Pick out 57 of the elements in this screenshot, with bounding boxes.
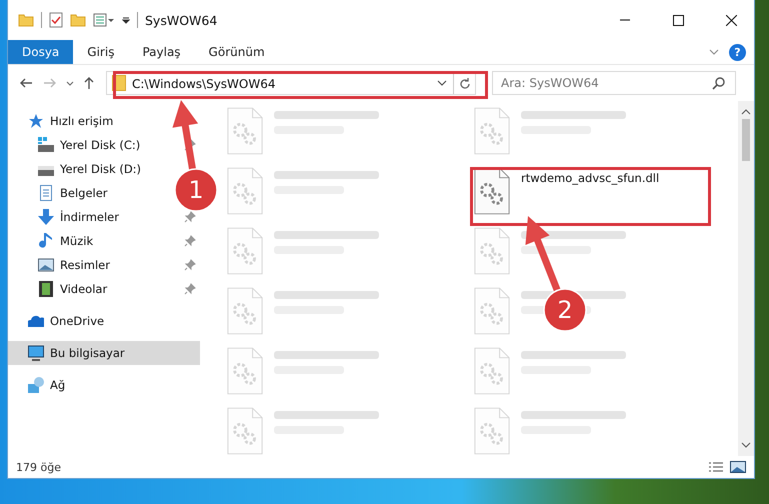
pin-icon[interactable] [184,259,196,271]
back-icon[interactable] [20,78,33,88]
maximize-icon[interactable] [672,14,684,26]
ribbon-tab[interactable]: Dosya [8,40,74,64]
scrollbar[interactable] [738,101,754,456]
nav-item-icon [28,345,44,361]
sidebar-item[interactable]: İndirmeler [8,205,123,229]
step-number: 2 [556,295,574,325]
sidebar-item[interactable]: Resimler [8,253,114,277]
sidebar-item[interactable]: Bu bilgisayar [8,341,200,365]
item-count: 179 öğe [16,460,61,474]
nav-item-icon [28,113,44,129]
sidebar-item[interactable]: Yerel Disk (C:) [8,133,144,157]
pin-icon[interactable] [184,139,196,151]
pin-icon[interactable] [184,283,196,295]
scrollbar-thumb[interactable] [742,119,750,161]
large-icons-view-icon[interactable] [730,461,746,473]
forward-icon[interactable] [43,78,56,88]
pin-icon[interactable] [184,235,196,247]
nav-item-icon [38,209,54,225]
dll-file-icon[interactable] [473,167,511,215]
address-bar[interactable]: C:\Windows\SysWOW64 [106,71,476,95]
dropdown-icon[interactable] [122,16,130,24]
minimize-icon[interactable] [620,19,630,21]
up-icon[interactable] [84,76,94,90]
step-number: 1 [187,175,205,205]
sidebar-item[interactable]: Ağ [8,373,70,397]
sidebar-item[interactable]: OneDrive [8,309,108,333]
sidebar-item[interactable]: Belgeler [8,181,112,205]
sidebar-item[interactable]: Yerel Disk (D:) [8,157,146,181]
dropdown-icon[interactable] [437,80,447,86]
nav-item-icon [38,281,54,297]
sidebar-item[interactable]: Videolar [8,277,112,301]
search-field[interactable]: Ara: SysWOW64 [492,71,736,95]
sidebar-item[interactable]: Hızlı erişim [8,109,118,133]
nav-item-icon [38,233,54,249]
folder-icon[interactable] [18,14,34,26]
nav-item-icon [38,185,54,201]
help-button[interactable]: ? [729,44,746,60]
view-options-icon[interactable] [93,13,115,27]
refresh-icon[interactable] [460,77,470,89]
scroll-up-icon[interactable] [741,109,751,115]
close-icon[interactable] [726,14,736,26]
pin-icon[interactable] [184,211,196,223]
details-view-icon[interactable] [708,462,724,472]
properties-icon[interactable] [49,12,63,28]
expand-ribbon-icon[interactable] [709,49,719,55]
nav-item-icon [38,137,54,153]
nav-item-icon [28,313,44,329]
sidebar-item[interactable]: Müzik [8,229,98,253]
recent-locations-icon[interactable] [66,80,74,86]
window-title: SysWOW64 [145,12,218,28]
file-name[interactable]: rtwdemo_advsc_sfun.dll [521,171,660,185]
nav-item-icon [28,377,44,393]
scroll-down-icon[interactable] [741,442,751,448]
new-folder-icon[interactable] [70,14,86,26]
nav-item-icon [38,257,54,273]
